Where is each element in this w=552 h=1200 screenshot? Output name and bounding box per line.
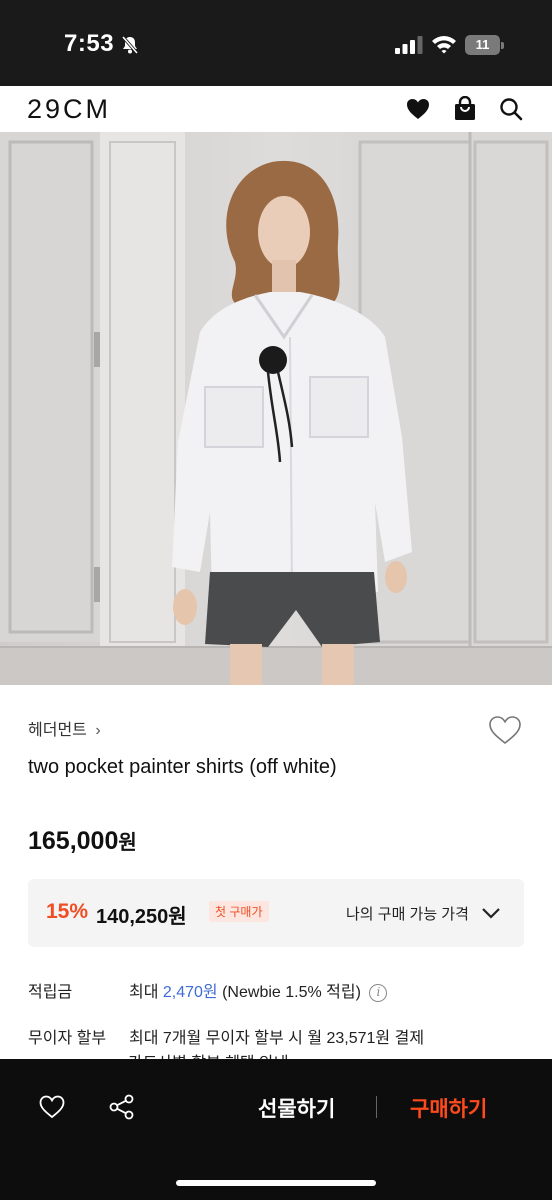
divider xyxy=(376,1096,377,1118)
points-label: 적립금 xyxy=(28,984,73,1001)
brand-name: 헤더먼트 xyxy=(28,722,87,739)
points-suffix: (Newbie 1.5% 적립) xyxy=(217,984,361,1001)
status-time: 7:53 xyxy=(64,30,115,57)
price-unit: 원 xyxy=(118,832,137,854)
heart-outline-icon[interactable] xyxy=(38,1093,66,1121)
battery-indicator: 11 xyxy=(465,35,505,55)
home-indicator xyxy=(176,1180,376,1186)
points-prefix: 최대 xyxy=(129,984,163,1001)
wish-heart-outline-icon[interactable] xyxy=(488,714,522,746)
battery-tip xyxy=(501,42,504,49)
bottom-action-bar: 선물하기 구매하기 xyxy=(0,1059,552,1200)
installment-value: 최대 7개월 무이자 할부 시 월 23,571원 결제 xyxy=(129,1030,425,1047)
signal-icon xyxy=(395,36,423,54)
product-photo-illustration xyxy=(0,132,552,685)
points-amount: 2,470원 xyxy=(162,984,218,1001)
share-icon[interactable] xyxy=(108,1093,136,1121)
product-title: two pocket painter shirts (off white) xyxy=(28,756,337,778)
product-image[interactable] xyxy=(0,132,552,685)
battery-level: 11 xyxy=(465,35,500,55)
first-purchase-badge: 첫 구매가 xyxy=(209,901,269,922)
points-value: 최대 2,470원 (Newbie 1.5% 적립) i xyxy=(129,978,388,1002)
discount-percent: 15% xyxy=(46,900,89,923)
discount-price-box[interactable]: 15% 140,250원 첫 구매가 나의 구매 가능 가격 xyxy=(28,879,524,947)
gift-button[interactable]: 선물하기 xyxy=(258,1093,335,1123)
price-number: 165,000 xyxy=(28,827,119,855)
original-price: 165,000원 xyxy=(28,826,137,856)
buy-button[interactable]: 구매하기 xyxy=(410,1093,487,1123)
chevron-right-icon: › xyxy=(95,722,101,739)
brand-link[interactable]: 헤더먼트 › xyxy=(28,716,101,740)
wishlist-heart-icon[interactable] xyxy=(405,96,431,122)
search-icon[interactable] xyxy=(498,96,524,122)
installment-label: 무이자 할부 xyxy=(28,1030,107,1047)
discount-price: 140,250원 xyxy=(96,906,187,928)
app-header: 29CM xyxy=(0,86,552,132)
shopping-bag-icon[interactable] xyxy=(452,96,478,122)
logo[interactable]: 29CM xyxy=(27,94,111,125)
bell-slash-icon xyxy=(121,35,139,55)
my-price-label: 나의 구매 가능 가격 xyxy=(346,906,469,923)
status-bar: 7:53 11 xyxy=(0,0,552,86)
info-icon[interactable]: i xyxy=(369,984,388,1002)
wifi-icon xyxy=(432,36,456,54)
chevron-down-icon[interactable] xyxy=(480,905,502,921)
